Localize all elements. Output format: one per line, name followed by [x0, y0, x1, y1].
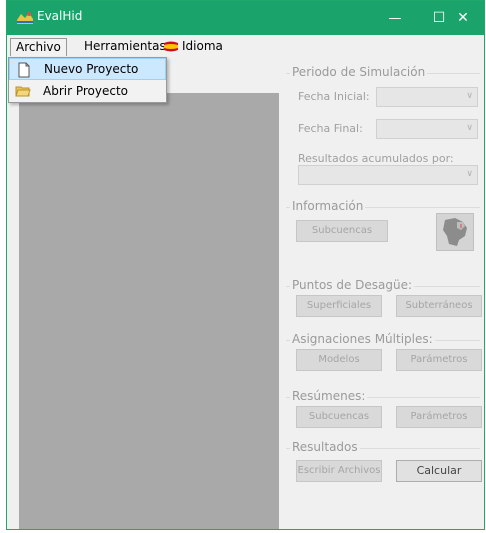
fecha-final-select[interactable]: ∨ [376, 119, 478, 139]
subcuencas-resumen-button[interactable]: Subcuencas [296, 406, 382, 428]
resumenes-title: Resúmenes: [290, 389, 368, 403]
periodo-group: Periodo de Simulación Fecha Inicial: ∨ F… [286, 65, 480, 193]
informacion-title: Información [290, 199, 366, 213]
asignaciones-group: Asignaciones Múltiples: Modelos Parámetr… [286, 332, 482, 380]
parametros-resumen-button[interactable]: Parámetros [396, 406, 482, 428]
menu-bar: Archivo Herramientas Idioma [7, 35, 484, 57]
asignaciones-title: Asignaciones Múltiples: [290, 332, 435, 346]
fecha-final-label: Fecha Final: [298, 122, 363, 135]
subcuencas-info-button[interactable]: Subcuencas [296, 220, 388, 242]
menu-idioma-label: Idioma [182, 39, 223, 53]
minimize-button[interactable]: — [373, 1, 417, 35]
menu-idioma[interactable]: Idioma [158, 38, 228, 55]
archivo-dropdown: Nuevo Proyecto Abrir Proyecto [8, 57, 167, 103]
puntos-group: Puntos de Desagüe: Superficiales Subterr… [286, 278, 482, 326]
window-title: EvalHid [37, 9, 83, 23]
folder-open-icon [15, 86, 31, 97]
abrir-proyecto-label: Abrir Proyecto [43, 84, 129, 98]
resultados-por-select[interactable]: ∨ [298, 165, 478, 185]
fecha-inicial-select[interactable]: ∨ [376, 87, 478, 107]
escribir-archivos-button[interactable]: Escribir Archivos [296, 460, 382, 482]
menu-archivo[interactable]: Archivo [10, 38, 67, 56]
close-icon: ✕ [457, 10, 469, 26]
menu-herramientas[interactable]: Herramientas [79, 38, 171, 55]
nuevo-proyecto-label: Nuevo Proyecto [44, 62, 139, 76]
menu-item-abrir-proyecto[interactable]: Abrir Proyecto [9, 80, 166, 102]
parametros-asignacion-button[interactable]: Parámetros [396, 349, 482, 371]
map-icon[interactable] [436, 213, 474, 251]
minimize-icon: — [388, 10, 402, 26]
new-file-icon [18, 62, 30, 78]
map-canvas[interactable] [19, 93, 279, 529]
subterraneos-button[interactable]: Subterráneos [396, 295, 482, 317]
close-button[interactable]: ✕ [441, 1, 485, 35]
app-icon [17, 12, 33, 24]
chevron-down-icon: ∨ [466, 91, 473, 101]
periodo-title: Periodo de Simulación [290, 65, 428, 79]
informacion-group: Información Subcuencas [286, 199, 480, 267]
title-bar[interactable]: EvalHid — ☐ ✕ [7, 1, 484, 35]
resultados-group: Resultados Escribir Archivos Calcular [286, 440, 482, 488]
resultados-por-label: Resultados acumulados por: [298, 152, 454, 165]
map-shape-icon [443, 218, 467, 246]
resultados-title: Resultados [290, 440, 360, 454]
chevron-down-icon: ∨ [466, 123, 473, 133]
calcular-button[interactable]: Calcular [396, 460, 482, 482]
resumenes-group: Resúmenes: Subcuencas Parámetros [286, 389, 482, 437]
menu-item-nuevo-proyecto[interactable]: Nuevo Proyecto [9, 58, 166, 80]
superficiales-button[interactable]: Superficiales [296, 295, 382, 317]
chevron-down-icon: ∨ [466, 169, 473, 179]
flag-icon [164, 41, 178, 52]
modelos-button[interactable]: Modelos [296, 349, 382, 371]
puntos-title: Puntos de Desagüe: [290, 278, 415, 292]
fecha-inicial-label: Fecha Inicial: [298, 90, 370, 103]
